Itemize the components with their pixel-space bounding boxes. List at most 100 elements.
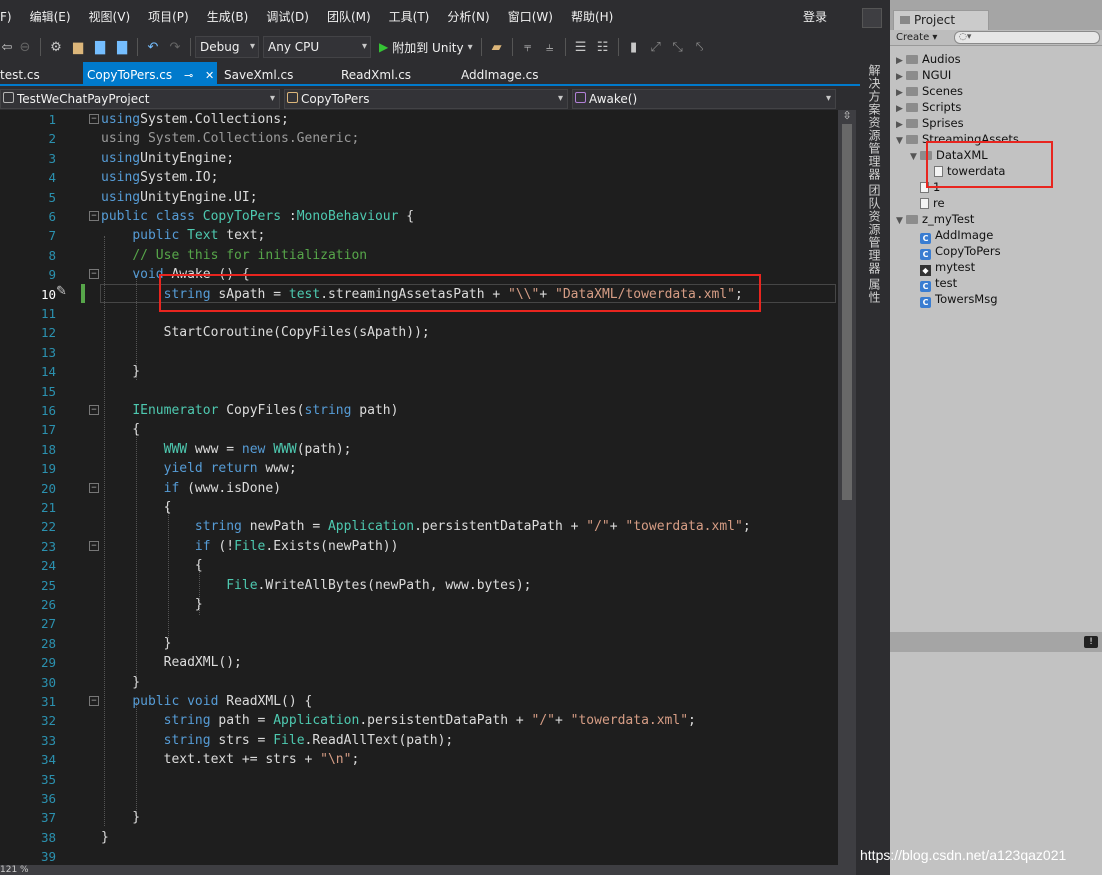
account-icon[interactable] — [862, 8, 882, 28]
caret-right-icon[interactable]: ▶ — [896, 118, 906, 132]
zoom-level[interactable]: 121 % — [0, 866, 29, 875]
code-line[interactable]: text.text += strs + "\n"; — [101, 750, 360, 769]
fold-toggle-icon[interactable]: − — [89, 540, 99, 551]
next-bookmark-icon[interactable]: ⤡ — [667, 36, 689, 58]
comment-icon[interactable]: ☰ — [570, 36, 592, 58]
team-explorer-tab[interactable]: 团队资源管理器 — [866, 184, 883, 275]
uncomment-icon[interactable]: ☷ — [592, 36, 614, 58]
code-line[interactable]: } — [101, 634, 172, 653]
tab-test-cs[interactable]: test.cs — [0, 62, 40, 86]
fold-toggle-icon[interactable]: − — [89, 114, 99, 124]
project-tree-item[interactable]: ▶ Scenes — [896, 84, 963, 100]
tab-copytopers-cs[interactable]: CopyToPers.cs ⊸ ✕ — [83, 62, 217, 86]
forward-icon[interactable]: ⊖ — [14, 36, 36, 58]
project-tree-item[interactable]: re — [910, 196, 945, 212]
login-link[interactable]: 登录 — [803, 0, 827, 34]
code-editor[interactable]: 1 2 3 4 5 6 7 8 9 10 11 12 13 14 15 16 17 18 19 20 21 22 23 24 2… — [0, 110, 838, 865]
project-tree-item[interactable]: C TowersMsg — [910, 292, 998, 308]
bookmark-icon[interactable]: ▮ — [623, 36, 645, 58]
properties-tab[interactable]: 属性 — [866, 278, 883, 304]
code-line[interactable]: yield return www; — [101, 459, 297, 478]
code-line[interactable]: { — [101, 420, 140, 439]
project-tree-item[interactable]: ◆ mytest — [910, 260, 975, 276]
menu-item[interactable]: 调试(D) — [257, 0, 318, 32]
fold-toggle-icon[interactable]: − — [89, 482, 99, 493]
clear-bookmarks-icon[interactable]: ⤣ — [689, 36, 711, 58]
open-file-icon[interactable]: ▆ — [67, 36, 89, 58]
project-tab[interactable]: Project — [893, 10, 989, 30]
code-line[interactable]: File.WriteAllBytes(newPath, www.bytes); — [101, 576, 531, 595]
fold-toggle-icon[interactable]: − — [89, 696, 99, 706]
project-search-input[interactable]: ◌▾ — [954, 31, 1100, 44]
tab-savexml-cs[interactable]: SaveXml.cs — [224, 62, 293, 86]
fold-toggle-icon[interactable]: − — [89, 405, 99, 415]
info-icon[interactable]: ! — [1084, 636, 1098, 648]
browser-icon[interactable]: ▰ — [486, 36, 508, 58]
code-line[interactable]: string newPath = Application.persistentD… — [101, 517, 751, 536]
project-tree-item[interactable]: C CopyToPers — [910, 244, 1001, 260]
code-line[interactable]: public Text text; — [101, 226, 265, 245]
attach-unity-button[interactable]: ▶ 附加到 Unity ▾ — [375, 36, 477, 58]
panel-divider[interactable]: ! — [890, 632, 1102, 652]
code-line[interactable]: usingUnityEngine; — [101, 149, 234, 168]
project-tree-item[interactable]: ▶ Audios — [896, 52, 961, 68]
step-over-icon[interactable]: ⫨ — [539, 36, 561, 58]
code-line[interactable]: StartCoroutine(CopyFiles(sApath)); — [101, 323, 430, 342]
project-tree-item[interactable]: ▶ NGUI — [896, 68, 951, 84]
solution-explorer-tab[interactable]: 解决方案资源管理器 — [866, 64, 883, 181]
platform-select[interactable]: Any CPU — [263, 36, 371, 58]
undo-icon[interactable]: ↶ — [142, 36, 164, 58]
project-tree-item[interactable]: ▼ z_myTest — [896, 212, 974, 228]
caret-right-icon[interactable]: ▶ — [896, 70, 906, 84]
code-line[interactable]: { — [101, 498, 172, 517]
code-line[interactable]: usingSystem.Collections; — [101, 110, 289, 129]
project-tree-item[interactable]: ▶ Scripts — [896, 100, 961, 116]
code-line[interactable]: public void ReadXML() { — [101, 692, 312, 711]
close-icon[interactable]: ✕ — [205, 69, 214, 82]
save-all-icon[interactable]: ▇ — [111, 36, 133, 58]
code-line[interactable]: } — [101, 595, 203, 614]
menu-item[interactable]: 分析(N) — [438, 0, 498, 32]
code-line[interactable]: public class CopyToPers :MonoBehaviour { — [101, 207, 414, 226]
save-icon[interactable]: ▇ — [89, 36, 111, 58]
menu-item[interactable]: 视图(V) — [80, 0, 140, 32]
back-icon[interactable]: ⇦ — [0, 36, 14, 58]
project-nav-select[interactable]: TestWeChatPayProject — [0, 89, 280, 109]
code-line[interactable]: // Use this for initialization — [101, 246, 367, 265]
caret-right-icon[interactable]: ▶ — [896, 54, 906, 68]
prev-bookmark-icon[interactable]: ⤢ — [645, 36, 667, 58]
quick-action-icon[interactable]: ✎ — [56, 284, 76, 303]
menu-item[interactable]: 窗口(W) — [499, 0, 562, 32]
project-tree-item[interactable]: C AddImage — [910, 228, 993, 244]
menu-item[interactable]: 工具(T) — [380, 0, 439, 32]
horizontal-scrollbar[interactable] — [0, 865, 856, 875]
fold-toggle-icon[interactable]: − — [89, 269, 99, 280]
code-line[interactable]: string path = Application.persistentData… — [101, 711, 696, 730]
step-icon[interactable]: ⫧ — [517, 36, 539, 58]
code-line[interactable]: IEnumerator CopyFiles(string path) — [101, 401, 398, 420]
caret-right-icon[interactable]: ▶ — [896, 102, 906, 116]
code-line[interactable]: { — [101, 556, 203, 575]
scroll-thumb[interactable] — [842, 124, 852, 500]
caret-right-icon[interactable]: ▶ — [896, 86, 906, 100]
vertical-scrollbar[interactable]: ⇳ — [838, 110, 856, 865]
code-line[interactable]: } — [101, 362, 140, 381]
code-line[interactable]: string strs = File.ReadAllText(path); — [101, 731, 454, 750]
code-line[interactable]: using System.Collections.Generic; — [101, 129, 359, 148]
caret-down-icon[interactable]: ▼ — [896, 134, 906, 148]
tab-readxml-cs[interactable]: ReadXml.cs — [341, 62, 411, 86]
class-nav-select[interactable]: CopyToPers — [284, 89, 568, 109]
fold-toggle-icon[interactable]: − — [89, 211, 99, 221]
code-line[interactable]: WWW www = new WWW(path); — [101, 440, 352, 459]
menu-item[interactable]: 项目(P) — [139, 0, 198, 32]
create-button[interactable]: Create ▾ — [896, 31, 937, 44]
code-line[interactable]: usingUnityEngine.UI; — [101, 188, 258, 207]
code-line[interactable]: if (!File.Exists(newPath)) — [101, 537, 399, 556]
menu-item[interactable]: 生成(B) — [198, 0, 258, 32]
menu-item[interactable]: 团队(M) — [318, 0, 380, 32]
code-line[interactable]: } — [101, 828, 109, 847]
project-tree-item[interactable]: Ctest — [910, 276, 957, 292]
code-line[interactable]: usingSystem.IO; — [101, 168, 218, 187]
redo-icon[interactable]: ↷ — [164, 36, 186, 58]
split-icon[interactable]: ⇳ — [840, 110, 854, 122]
